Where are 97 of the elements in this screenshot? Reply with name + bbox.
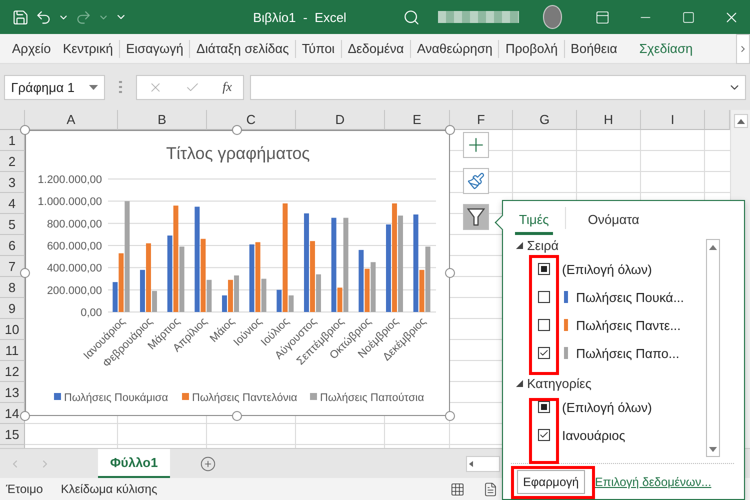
expand-triangle-icon[interactable] [516,242,523,248]
select-data-link[interactable]: Επιλογή δεδομένων... [594,474,712,488]
checkbox[interactable] [538,429,550,441]
filter-item-label: (Επιλογή όλων) [562,262,652,276]
name-box[interactable]: Γράφημα 1 [4,74,105,100]
expand-triangle-icon[interactable] [516,380,523,386]
caret-down-icon [89,84,98,90]
ribbon-tab[interactable]: Εισαγωγή [118,40,190,58]
axis-tick-label: 600.000,00 [46,240,102,252]
avatar[interactable] [542,5,562,29]
normal-view-icon[interactable] [450,482,465,496]
undo-icon[interactable] [35,8,52,26]
window-title: Βιβλίο1 - Excel [253,10,348,24]
checkbox[interactable] [538,263,550,275]
filter-item-label: (Επιλογή όλων) [562,400,652,414]
checkbox[interactable] [538,347,550,359]
ribbon-tab[interactable]: Κεντρική [56,40,119,58]
ribbon-tab[interactable]: Βοήθεια [564,40,624,58]
ribbon-tab[interactable]: Σχεδίαση [633,40,699,58]
column-header[interactable]: D [296,110,385,130]
row-header[interactable]: 13 [0,382,25,403]
row-header[interactable]: 3 [0,172,25,193]
ribbon-tab[interactable]: Διάταξη σελίδας [189,40,295,58]
column-header[interactable]: E [385,110,450,130]
status-text: Έτοιμο [6,482,43,496]
ribbon-display-icon[interactable] [595,10,610,24]
row-header[interactable]: 7 [0,256,25,277]
maximize-icon[interactable] [682,10,696,24]
legend-item: Πωλήσεις Παντελόνια [182,392,298,404]
axis-tick-label: 800.000,00 [46,218,102,230]
axis-tick-label: 400.000,00 [46,262,102,275]
checkbox[interactable] [538,401,550,413]
filter-item-label: Πωλήσεις Πουκά... [576,290,684,304]
panel-tab[interactable]: Ονόματα [584,212,644,235]
column-header[interactable]: F [450,110,513,130]
caret-up-icon [736,118,744,124]
apply-button[interactable]: Εφαρμογή [517,470,585,494]
legend-item: Πωλήσεις Πουκάμισα [54,392,168,404]
column-header[interactable]: I [641,110,705,130]
row-header[interactable]: 2 [0,151,25,172]
chart-area[interactable] [25,130,450,416]
annotation-frame [529,398,559,464]
redo-icon[interactable] [75,8,92,26]
caret-up-icon[interactable] [709,244,717,250]
caret-left-icon[interactable] [469,460,473,466]
panel-tab[interactable]: Τιμές [515,212,553,235]
ribbon-tab[interactable]: Τύποι [294,40,341,58]
horizontal-scrollbar[interactable] [466,456,500,472]
scroll-up-button[interactable] [734,114,748,128]
column-header[interactable]: B [118,110,207,130]
axis-tick-label: 1.000.000,00 [38,196,102,208]
row-header[interactable]: 15 [0,424,25,445]
row-header[interactable]: 8 [0,277,25,298]
group-label: Κατηγορίες [527,376,592,390]
row-header[interactable]: 4 [0,193,25,214]
paintbrush-icon [467,172,485,190]
row-header[interactable]: 12 [0,361,25,382]
funnel-icon [467,207,485,227]
column-header[interactable]: G [513,110,577,130]
status-text: Κλείδωμα κύλισης [60,482,158,496]
chart-styles-button[interactable] [463,168,489,194]
ribbon-tab[interactable]: Αρχείο [6,40,57,58]
column-header[interactable]: C [207,110,296,130]
chart-title: Τίτλος γραφήματος [166,144,310,163]
axis-tick-label: 0,00 [80,307,102,319]
row-header[interactable]: 9 [0,298,25,319]
filter-item-label: Ιανουάριος [562,428,626,442]
formula-input[interactable] [250,74,746,100]
legend-item: Πωλήσεις Παπούτσια [310,392,424,404]
row-header[interactable]: 14 [0,403,25,424]
row-header[interactable]: 10 [0,319,25,340]
grip-icon [119,81,122,93]
chart-filter-button[interactable] [463,204,489,230]
row-header[interactable]: 11 [0,340,25,361]
axis-tick-label: 1.200.000,00 [38,174,102,186]
row-header[interactable]: 1 [0,130,25,151]
column-header[interactable]: A [25,110,118,130]
filter-item-label: Πωλήσεις Παντε... [576,318,681,332]
save-icon[interactable] [12,8,29,26]
checkbox[interactable] [538,319,550,331]
ribbon-tab[interactable]: Δεδομένα [340,40,410,58]
sheet-tab[interactable]: Φύλλο1 [98,448,170,478]
filter-item-label: Πωλήσεις Παπο... [576,346,680,360]
ribbon-tab[interactable]: Αναθεώρηση [410,40,498,58]
page-layout-view-icon[interactable] [483,482,498,496]
insert-function-button[interactable]: fx [222,79,232,95]
column-header[interactable]: H [577,110,641,130]
group-label: Σειρά [527,238,559,252]
axis-tick-label: 200.000,00 [46,284,102,297]
panel-scrollbar[interactable] [706,239,720,457]
chart-elements-button[interactable] [463,132,489,158]
row-header[interactable]: 5 [0,214,25,235]
search-icon[interactable] [403,8,420,26]
row-header[interactable]: 6 [0,235,25,256]
add-sheet-icon[interactable] [200,456,216,472]
ribbon-tab[interactable]: Προβολή [498,40,564,58]
checkbox[interactable] [538,291,550,303]
